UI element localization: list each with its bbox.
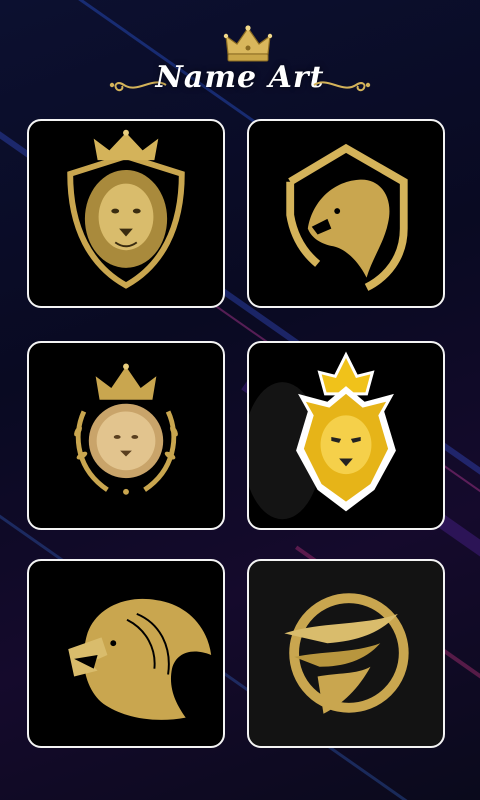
lion-shield-crown-logo (67, 129, 185, 289)
logo-card-1[interactable] (27, 119, 225, 308)
lion-king-mascot-logo (249, 351, 396, 520)
lion-profile-shield-logo (286, 143, 408, 291)
logo-card-2[interactable] (247, 119, 445, 308)
swoosh-circle-logo (284, 593, 409, 714)
logo-card-3[interactable] (27, 341, 225, 530)
roaring-lion-logo (68, 598, 212, 720)
logo-card-6[interactable] (247, 559, 445, 748)
header: Name Art (0, 0, 480, 110)
app-title: Name Art (155, 60, 325, 95)
logo-card-5[interactable] (27, 559, 225, 748)
logo-card-4[interactable] (247, 341, 445, 530)
flourish-right-icon (313, 81, 371, 92)
lion-laurel-crown-logo (74, 363, 178, 495)
